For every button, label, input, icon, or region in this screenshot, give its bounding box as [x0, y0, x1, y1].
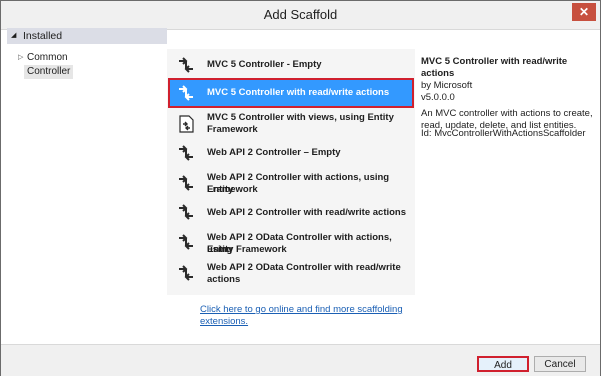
collapse-triangle-icon[interactable]: ◢	[11, 28, 16, 44]
online-scaffolding-link[interactable]: Click here to go online and find more sc…	[200, 304, 410, 328]
add-button[interactable]: Add	[477, 356, 529, 372]
controller-icon	[179, 265, 193, 281]
dialog-title: Add Scaffold	[263, 7, 338, 22]
scaffold-item-label-line2: Framework	[207, 124, 258, 135]
installed-header[interactable]: ◢ Installed	[7, 28, 167, 44]
scaffold-item-mvc5-views-ef[interactable]: MVC 5 Controller with views, using Entit…	[169, 110, 413, 138]
scaffold-item-label-line2: Framework	[207, 184, 258, 195]
tree-item-label: Controller	[27, 66, 71, 77]
online-link-line1[interactable]: Click here to go online and find more sc…	[200, 304, 410, 316]
controller-icon	[179, 145, 193, 161]
details-title: MVC 5 Controller with read/write actions	[421, 56, 568, 79]
scaffold-item-label-line2: Entity Framework	[207, 244, 287, 255]
scaffold-item-label-line2: actions	[207, 274, 241, 285]
scaffold-list: MVC 5 Controller - Empty MVC 5 Controlle…	[167, 49, 415, 295]
controller-icon	[179, 175, 193, 191]
details-author: by Microsoft	[421, 80, 473, 91]
scaffold-item-label: MVC 5 Controller - Empty	[207, 59, 322, 70]
scaffold-item-mvc5-read-write[interactable]: MVC 5 Controller with read/write actions	[168, 78, 414, 108]
document-controller-icon	[179, 115, 194, 133]
details-description-line1: An MVC controller with actions to create…	[421, 108, 593, 119]
scaffold-details: MVC 5 Controller with read/write actions…	[421, 56, 596, 139]
scaffold-item-mvc5-empty[interactable]: MVC 5 Controller - Empty	[169, 54, 413, 76]
scaffold-item-webapi2-odata-read-write[interactable]: Web API 2 OData Controller with read/wri…	[169, 259, 413, 287]
controller-icon	[179, 57, 193, 73]
controller-icon	[179, 234, 193, 250]
online-link-line2[interactable]: extensions.	[200, 316, 410, 328]
scaffold-item-label: Web API 2 Controller with read/write act…	[207, 207, 407, 218]
title-bar: Add Scaffold ✕	[1, 1, 600, 30]
scaffold-item-label: MVC 5 Controller with read/write actions	[207, 87, 390, 98]
scaffold-item-webapi2-empty[interactable]: Web API 2 Controller – Empty	[169, 142, 413, 164]
scaffold-item-webapi2-actions-ef[interactable]: Web API 2 Controller with actions, using…	[169, 169, 413, 197]
scaffold-item-label: Web API 2 Controller – Empty	[207, 147, 341, 158]
close-button[interactable]: ✕	[572, 3, 596, 21]
expand-triangle-icon[interactable]: ▷	[18, 51, 23, 65]
scaffold-item-label: Web API 2 OData Controller with read/wri…	[207, 262, 401, 273]
category-tree: ◢ Installed ▷ Common Controller	[7, 28, 167, 341]
details-id: Id: MvcControllerWithActionsScaffolder	[421, 128, 586, 139]
controller-icon	[179, 85, 193, 101]
button-bar: Add Cancel	[1, 344, 600, 376]
controller-icon	[179, 204, 193, 220]
scaffold-item-label: MVC 5 Controller with views, using Entit…	[207, 112, 394, 123]
cancel-button[interactable]: Cancel	[534, 356, 586, 372]
installed-label: Installed	[23, 30, 63, 42]
tree-item-controller[interactable]: Controller	[24, 65, 74, 79]
scaffold-item-webapi2-read-write[interactable]: Web API 2 Controller with read/write act…	[169, 201, 413, 223]
add-scaffold-dialog: Add Scaffold ✕ ◢ Installed ▷ Common Cont…	[0, 0, 601, 376]
tree-item-common[interactable]: ▷ Common	[18, 51, 68, 65]
tree-item-label: Common	[27, 52, 68, 63]
scaffold-item-webapi2-odata-actions-ef[interactable]: Web API 2 OData Controller with actions,…	[169, 228, 413, 256]
details-version: v5.0.0.0	[421, 92, 455, 103]
